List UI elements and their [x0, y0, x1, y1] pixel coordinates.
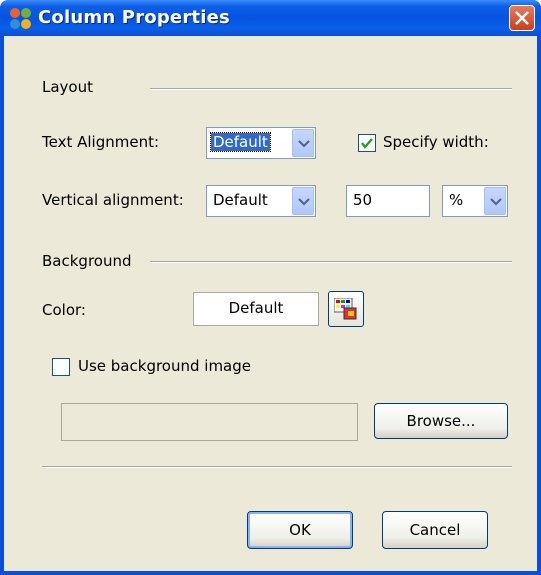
- width-unit-value: %: [449, 191, 464, 209]
- use-background-image-label: Use background image: [78, 357, 251, 375]
- color-label: Color:: [42, 301, 86, 319]
- footer-separator: [42, 466, 512, 468]
- background-separator: [150, 261, 512, 263]
- background-image-path-input[interactable]: [61, 403, 358, 441]
- text-alignment-label: Text Alignment:: [42, 133, 160, 151]
- layout-separator: [150, 88, 512, 90]
- text-alignment-select[interactable]: Default: [206, 127, 316, 159]
- title-bar[interactable]: Column Properties: [0, 0, 541, 36]
- use-background-image-checkbox[interactable]: [52, 358, 70, 376]
- background-section-label: Background: [42, 252, 132, 270]
- chevron-down-icon[interactable]: [484, 187, 506, 215]
- window-title: Column Properties: [38, 7, 230, 28]
- color-palette-icon: [334, 298, 357, 320]
- text-alignment-value: Default: [210, 132, 271, 152]
- close-icon: [515, 11, 529, 25]
- layout-section-label: Layout: [42, 78, 93, 96]
- width-input[interactable]: 50: [346, 185, 430, 217]
- checkmark-icon: [361, 138, 373, 149]
- app-icon: [10, 8, 32, 30]
- width-unit-select[interactable]: %: [442, 185, 508, 217]
- chevron-down-icon[interactable]: [292, 129, 314, 157]
- color-value-box[interactable]: Default: [193, 292, 319, 326]
- width-value: 50: [353, 191, 373, 209]
- browse-button[interactable]: Browse...: [374, 403, 508, 439]
- chevron-down-icon[interactable]: [292, 187, 314, 215]
- specify-width-label: Specify width:: [383, 133, 489, 151]
- dialog-body: Layout Text Alignment: Default Specify w…: [4, 36, 537, 571]
- ok-button[interactable]: OK: [247, 511, 353, 549]
- cancel-button[interactable]: Cancel: [382, 511, 488, 549]
- close-button[interactable]: [509, 5, 535, 31]
- vertical-alignment-value: Default: [213, 191, 268, 209]
- vertical-alignment-label: Vertical alignment:: [42, 191, 184, 209]
- vertical-alignment-select[interactable]: Default: [206, 185, 316, 217]
- color-value: Default: [228, 299, 284, 317]
- column-properties-dialog: Column Properties Layout Text Alignment:…: [0, 0, 541, 575]
- specify-width-checkbox[interactable]: [358, 134, 376, 152]
- color-picker-button[interactable]: [328, 291, 364, 327]
